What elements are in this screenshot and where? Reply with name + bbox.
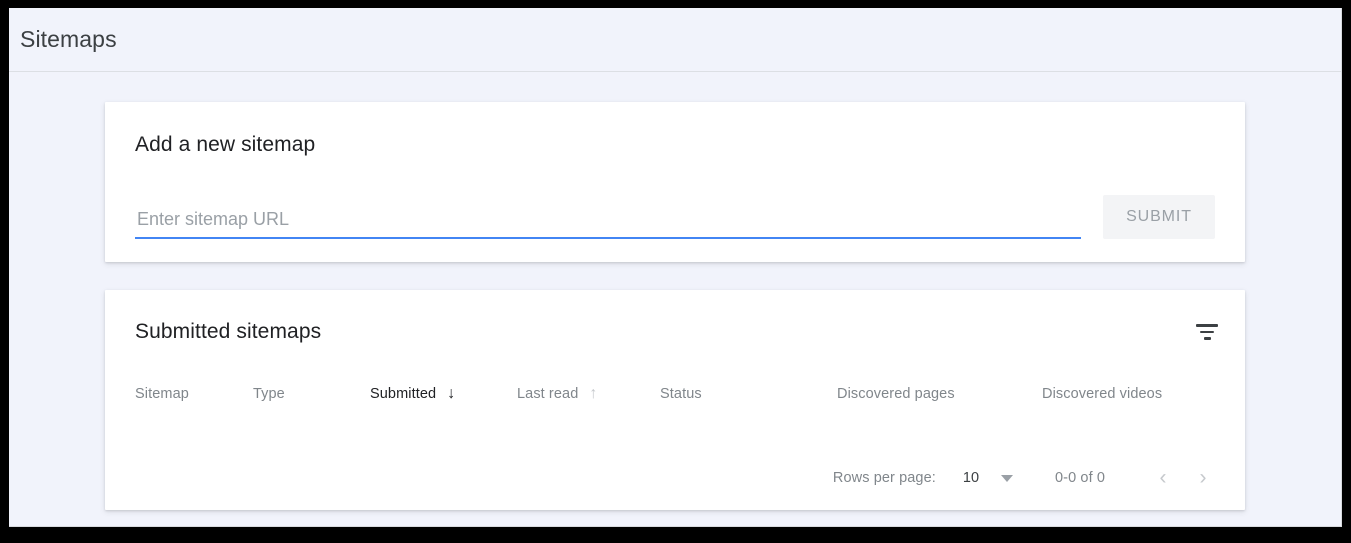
column-header-sitemap[interactable]: Sitemap [105, 377, 253, 411]
previous-page-button[interactable]: ‹ [1143, 458, 1183, 498]
column-label-last-read: Last read [517, 386, 578, 402]
submitted-sitemaps-card: Submitted sitemaps [105, 290, 1245, 510]
rows-per-page-label: Rows per page: [833, 470, 936, 486]
sitemap-url-input[interactable] [135, 209, 1081, 237]
sort-ascending-icon: ↑ [589, 386, 597, 402]
column-header-type[interactable]: Type [253, 377, 370, 411]
sitemaps-table-head: Sitemap Type Submitted [105, 377, 1245, 411]
column-label-submitted: Submitted [370, 386, 436, 402]
sort-descending-icon: ↓ [447, 386, 455, 402]
column-header-last-read[interactable]: Last read ↑ [517, 377, 660, 411]
submit-button[interactable]: SUBMIT [1103, 195, 1215, 239]
sitemaps-table: Sitemap Type Submitted [105, 377, 1245, 411]
pagination-bar: Rows per page: 10 0-0 of 0 ‹ › [105, 454, 1245, 502]
rows-per-page-select[interactable]: 10 [963, 470, 1013, 486]
column-header-discovered-pages[interactable]: Discovered pages [837, 377, 1042, 411]
next-page-button[interactable]: › [1183, 458, 1223, 498]
rows-per-page-value: 10 [963, 470, 979, 486]
table-header-row: Sitemap Type Submitted [105, 377, 1245, 411]
column-label-type: Type [253, 386, 285, 402]
submitted-sitemaps-title: Submitted sitemaps [135, 320, 321, 344]
add-sitemap-title: Add a new sitemap [135, 133, 1215, 157]
column-label-discovered-videos: Discovered videos [1042, 386, 1162, 402]
submitted-sitemaps-header: Submitted sitemaps [105, 290, 1245, 345]
filter-bar-3 [1204, 337, 1211, 340]
column-label-status: Status [660, 386, 702, 402]
page-title: Sitemaps [20, 26, 117, 53]
column-label-discovered-pages: Discovered pages [837, 386, 955, 402]
sitemap-input-row: SUBMIT [135, 195, 1215, 239]
app-viewport: Sitemaps Add a new sitemap SUBMIT Submit… [9, 8, 1342, 527]
screenshot-frame: Sitemaps Add a new sitemap SUBMIT Submit… [0, 0, 1351, 543]
column-label-sitemap: Sitemap [135, 386, 189, 402]
sitemap-input-wrapper [135, 209, 1081, 239]
column-header-discovered-videos[interactable]: Discovered videos [1042, 377, 1245, 411]
chevron-down-icon [1001, 475, 1013, 482]
content-area: Add a new sitemap SUBMIT Submitted sitem… [9, 72, 1341, 510]
sitemap-input-underline [135, 237, 1081, 239]
column-header-submitted[interactable]: Submitted ↓ [370, 377, 517, 411]
add-sitemap-card: Add a new sitemap SUBMIT [105, 102, 1245, 262]
page-header: Sitemaps [9, 8, 1341, 72]
filter-bar-1 [1196, 324, 1218, 327]
filter-list-icon[interactable] [1194, 319, 1220, 345]
column-header-status[interactable]: Status [660, 377, 837, 411]
page-range-label: 0-0 of 0 [1055, 470, 1105, 486]
filter-bar-2 [1200, 331, 1214, 334]
